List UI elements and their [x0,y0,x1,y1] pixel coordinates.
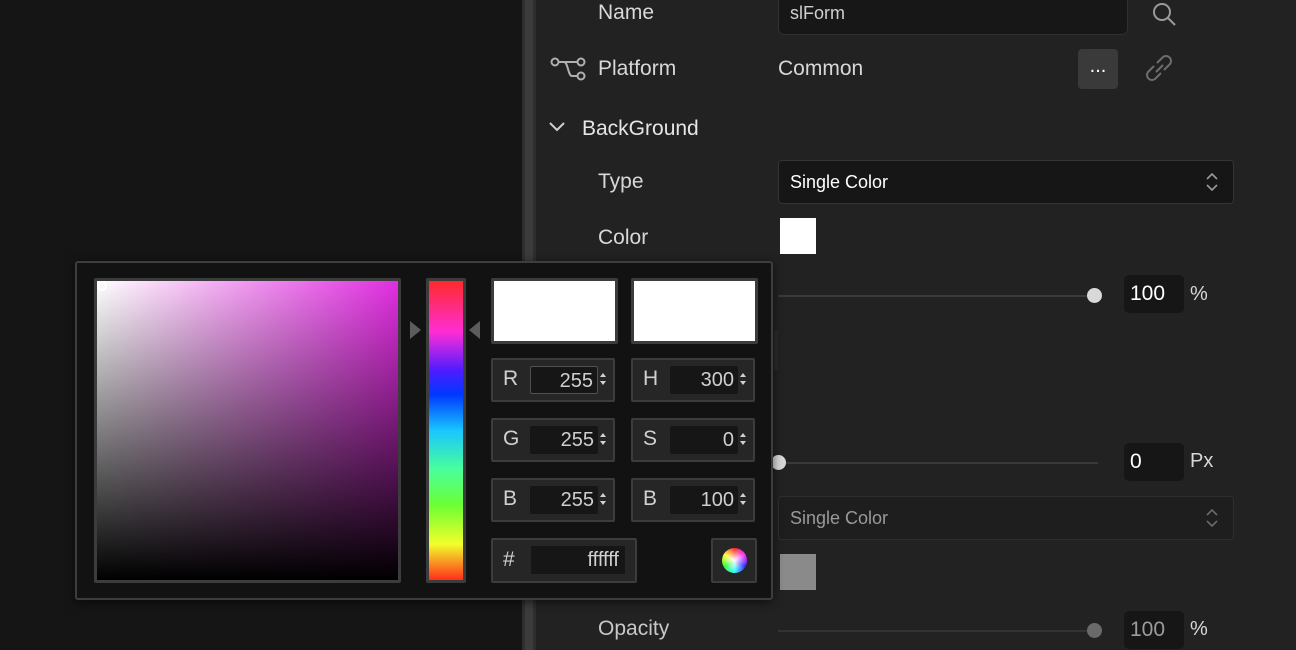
opacity-slider-knob[interactable] [1087,288,1102,303]
blue-key: B [503,487,518,510]
red-channel[interactable]: R 255 [491,358,615,402]
opacity2-label: Opacity [598,617,670,640]
opacity-input[interactable]: 100 [1124,275,1184,313]
opacity-input-value: 100 [1130,282,1166,305]
color-label: Color [598,226,649,249]
hex-key: # [503,548,515,571]
color-picker-popup: R 255 G 255 B 255 H 300 S 0 B 100 # ffff… [75,261,773,600]
border-input[interactable]: 0 [1124,443,1184,481]
hue-marker-right [469,321,480,339]
name-label: Name [598,1,655,24]
border-slider-track[interactable] [778,462,1098,464]
spinner-icon[interactable] [739,369,747,389]
border-type-select-value: Single Color [790,507,889,528]
chevron-down-icon[interactable] [548,120,566,134]
brightness-input[interactable]: 100 [670,486,738,514]
saturation-input[interactable]: 0 [670,426,738,454]
color-wheel-button[interactable] [711,538,757,583]
border-input-value: 0 [1130,450,1142,473]
opacity2-unit: % [1190,618,1208,640]
spinner-icon[interactable] [599,489,607,509]
hue-marker-left [410,321,421,339]
saturation-brightness-area[interactable] [94,278,401,583]
hue-slider[interactable] [426,278,466,583]
spinner-icon[interactable] [599,429,607,449]
background-section-title[interactable]: BackGround [582,117,699,141]
opacity2-slider-knob[interactable] [1087,623,1102,638]
opacity-slider-track[interactable] [778,295,1094,297]
hue-channel[interactable]: H 300 [631,358,755,402]
green-key: G [503,427,520,450]
opacity-unit: % [1190,283,1208,305]
brightness-channel[interactable]: B 100 [631,478,755,522]
platform-more-button[interactable]: ... [1078,49,1118,89]
name-input[interactable]: slForm [778,0,1128,35]
border-type-select[interactable]: Single Color [778,496,1234,540]
opacity2-input[interactable]: 100 [1124,611,1184,649]
link-icon[interactable] [1142,52,1176,84]
saturation-channel[interactable]: S 0 [631,418,755,462]
opacity2-input-value: 100 [1130,618,1166,641]
select-arrows-icon [1206,508,1218,528]
hidden-control-edge [774,330,778,370]
hue-input[interactable]: 300 [670,366,738,394]
type-label: Type [598,170,644,193]
spinner-icon[interactable] [739,489,747,509]
blue-channel[interactable]: B 255 [491,478,615,522]
saturation-brightness-handle[interactable] [97,281,107,291]
new-color-preview [491,278,618,344]
old-color-preview[interactable] [631,278,758,344]
spinner-icon[interactable] [599,369,607,389]
hex-input[interactable]: ffffff [531,546,625,574]
spinner-icon[interactable] [739,429,747,449]
search-icon[interactable] [1151,0,1177,28]
color-swatch[interactable] [780,218,816,254]
platform-value: Common [778,57,864,80]
hex-field[interactable]: # ffffff [491,538,637,583]
type-select-value: Single Color [790,171,889,192]
saturation-key: S [643,427,658,450]
select-arrows-icon [1206,172,1218,192]
red-key: R [503,367,519,390]
name-input-value: slForm [790,3,845,23]
brightness-key: B [643,487,658,510]
platform-label: Platform [598,57,677,80]
type-select[interactable]: Single Color [778,160,1234,204]
color-wheel-icon [722,548,747,573]
blue-input[interactable]: 255 [530,486,598,514]
border-color-swatch[interactable] [780,554,816,590]
opacity2-slider-track[interactable] [778,630,1094,632]
red-input[interactable]: 255 [530,366,598,394]
platform-branch-icon [550,57,586,81]
border-unit: Px [1190,450,1214,472]
green-input[interactable]: 255 [530,426,598,454]
green-channel[interactable]: G 255 [491,418,615,462]
hue-key: H [643,367,659,390]
border-slider-knob[interactable] [771,455,786,470]
